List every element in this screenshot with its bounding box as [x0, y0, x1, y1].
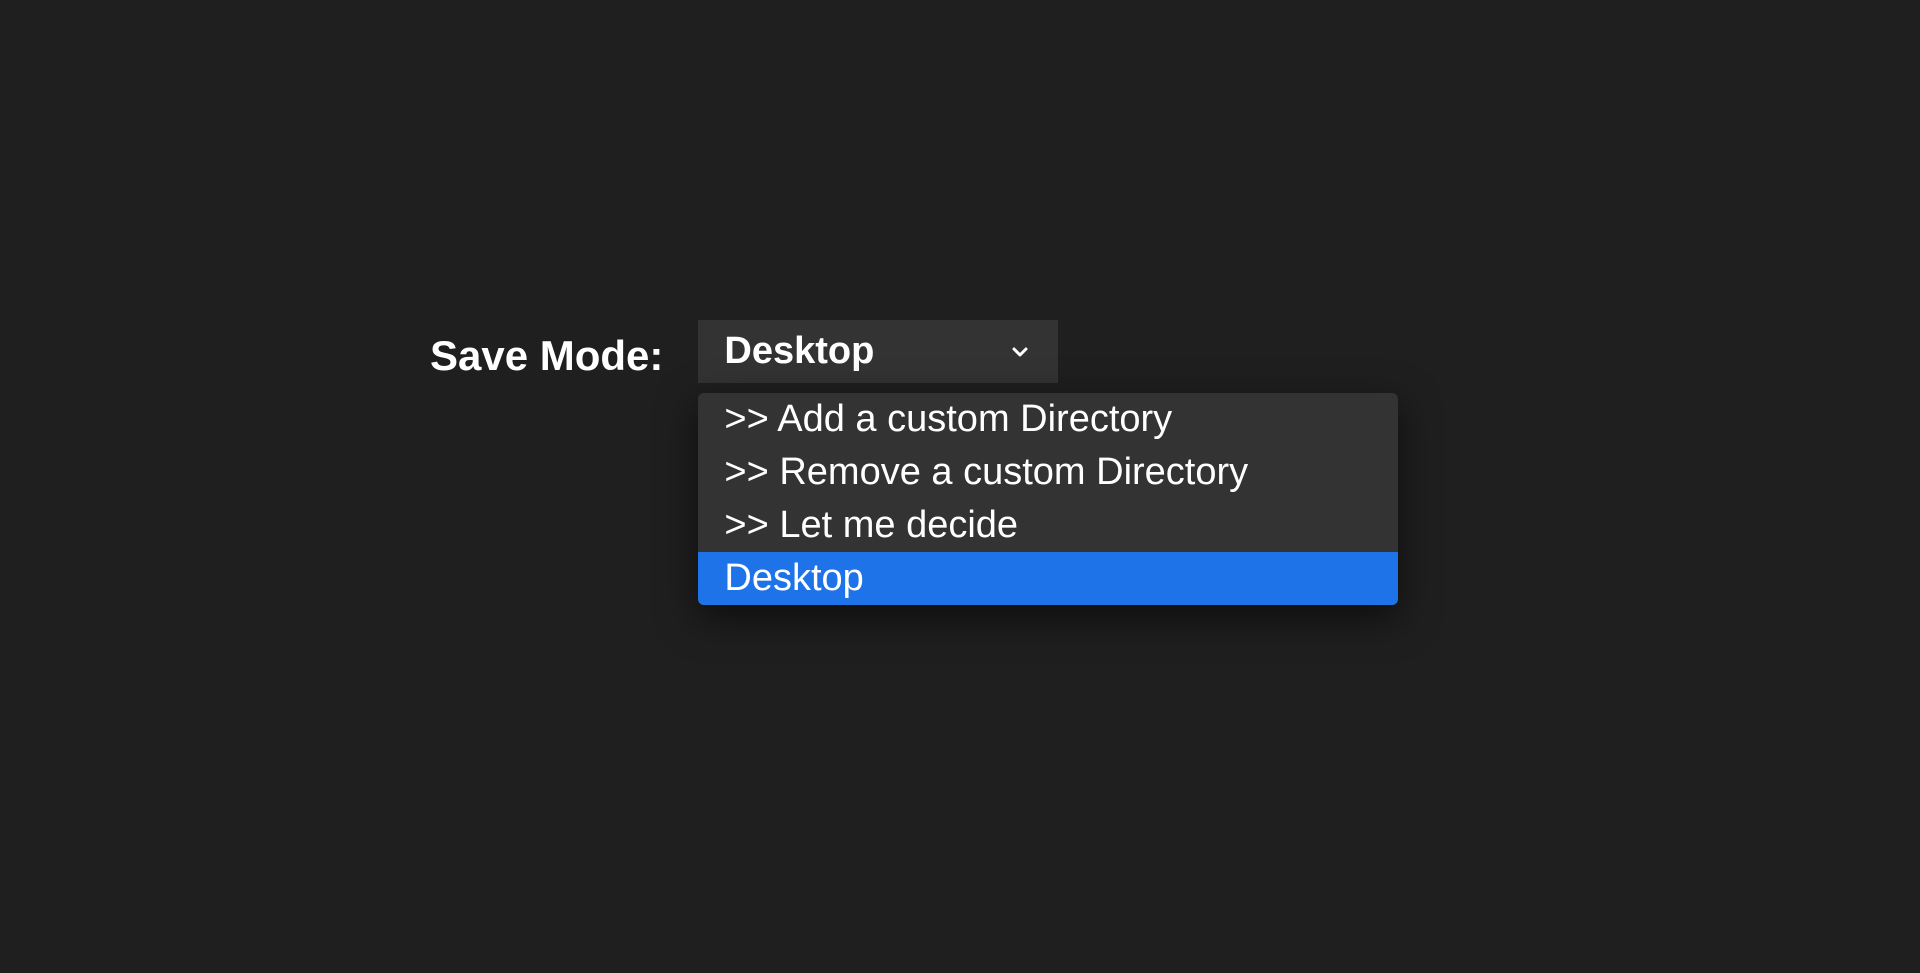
dropdown-option-remove-directory[interactable]: >> Remove a custom Directory — [698, 446, 1398, 499]
save-mode-dropdown: Desktop >> Add a custom Directory >> Rem… — [698, 320, 1058, 383]
save-mode-label: Save Mode: — [430, 332, 663, 380]
dropdown-option-let-me-decide[interactable]: >> Let me decide — [698, 499, 1398, 552]
dropdown-option-add-directory[interactable]: >> Add a custom Directory — [698, 393, 1398, 446]
save-mode-setting: Save Mode: Desktop >> Add a custom Direc… — [430, 320, 1058, 383]
dropdown-selected-value: Desktop — [724, 330, 874, 373]
dropdown-list: >> Add a custom Directory >> Remove a cu… — [698, 393, 1398, 605]
dropdown-trigger[interactable]: Desktop — [698, 320, 1058, 383]
chevron-down-icon — [1008, 340, 1032, 364]
dropdown-option-desktop[interactable]: Desktop — [698, 552, 1398, 605]
